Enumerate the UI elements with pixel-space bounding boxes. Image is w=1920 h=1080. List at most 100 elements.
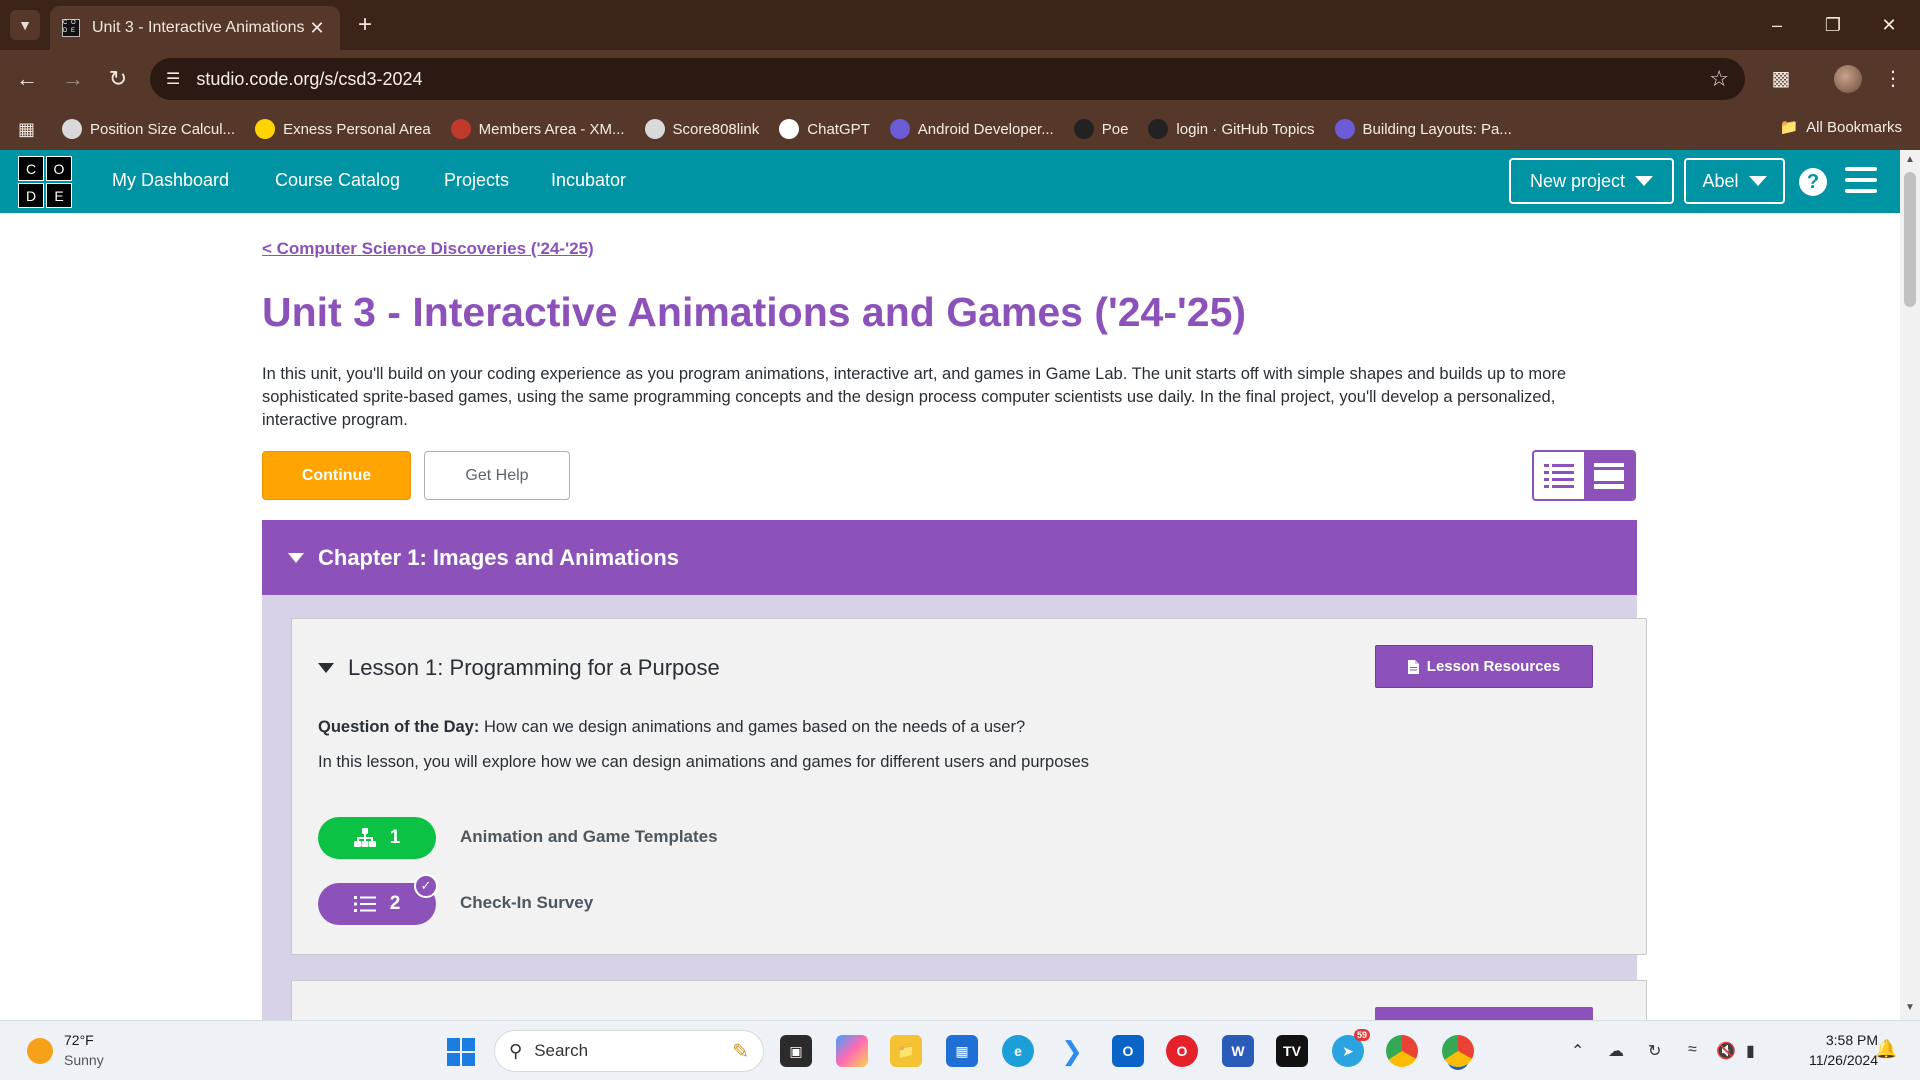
windows-taskbar: 72°F Sunny ⚲ Search ✎ ▣ 📁 ▦ e ❯ O O W TV… (0, 1020, 1920, 1080)
bookmark-item[interactable]: Position Size Calcul... (62, 119, 235, 139)
lesson-resources-button[interactable]: Lesson Resources (1375, 645, 1593, 688)
extensions-icon[interactable]: ▩ (1766, 64, 1796, 94)
bookmark-item[interactable]: Poe (1073, 119, 1129, 139)
bookmark-item[interactable]: Building Layouts: Pa... (1334, 119, 1512, 139)
main-content: < Computer Science Discoveries ('24-'25)… (0, 213, 1900, 1020)
list-view-button[interactable] (1534, 452, 1584, 499)
bookmark-star-icon[interactable]: ☆ (1709, 66, 1729, 92)
qotd-text: How can we design animations and games b… (483, 718, 1026, 736)
wifi-icon[interactable]: ≈ (1688, 1041, 1697, 1059)
collapse-triangle-icon (318, 663, 334, 673)
chrome-profile-icon[interactable] (1442, 1035, 1474, 1067)
caret-down-icon (1748, 176, 1767, 186)
show-hidden-icons-chevron-icon[interactable]: ⌃ (1571, 1041, 1584, 1061)
bookmark-favicon-icon (62, 119, 82, 139)
new-project-button[interactable]: New project (1509, 158, 1674, 204)
page-scrollbar[interactable]: ▲ ▼ (1900, 150, 1920, 1020)
vscode-icon[interactable]: ❯ (1056, 1035, 1088, 1067)
edge-icon[interactable]: e (1002, 1035, 1034, 1067)
task-view-icon[interactable]: ▣ (780, 1035, 812, 1067)
bookmark-item[interactable]: ChatGPT (779, 119, 870, 139)
help-icon[interactable]: ? (1799, 168, 1827, 196)
bookmark-label: Position Size Calcul... (90, 120, 236, 138)
bookmark-label: Members Area - XM... (478, 120, 625, 138)
scroll-up-icon[interactable]: ▲ (1900, 154, 1920, 165)
unit-description: In this unit, you'll build on your codin… (262, 365, 1566, 429)
outlook-icon[interactable]: O (1112, 1035, 1144, 1067)
weather-condition[interactable]: Sunny (64, 1052, 104, 1068)
bookmark-favicon-icon (255, 119, 276, 139)
notification-bell-icon[interactable]: 🔔 (1875, 1039, 1897, 1060)
tab-title: Unit 3 - Interactive Animations (92, 19, 305, 36)
site-info-icon[interactable]: ☰ (166, 69, 180, 89)
taskbar-search[interactable]: ⚲ Search ✎ (494, 1030, 764, 1072)
sync-icon[interactable]: ↻ (1648, 1041, 1661, 1061)
folder-icon: 📁 (1779, 119, 1799, 136)
browser-menu-icon[interactable]: ⋮ (1878, 64, 1908, 94)
restore-button[interactable]: ❐ (1810, 10, 1856, 40)
bookmark-item[interactable]: Exness Personal Area (255, 119, 431, 139)
weather-temperature[interactable]: 72°F (64, 1032, 94, 1048)
copilot-icon[interactable] (836, 1035, 868, 1067)
user-menu-button[interactable]: Abel (1684, 158, 1785, 204)
bookmark-item[interactable]: Members Area - XM... (450, 119, 625, 139)
apps-grid-icon[interactable]: ▦ (18, 119, 62, 140)
browser-tab-active[interactable]: CODE Unit 3 - Interactive Animations ✕ (50, 6, 340, 50)
continue-button[interactable]: Continue (262, 451, 411, 500)
bookmark-label: Android Developer... (917, 120, 1054, 138)
forward-arrow-icon[interactable]: → (58, 64, 88, 94)
nav-incubator[interactable]: Incubator (551, 170, 626, 191)
bookmark-item[interactable]: Android Developer... (889, 119, 1054, 139)
lesson-resources-button-next[interactable] (1375, 1007, 1593, 1020)
level-bubble-1[interactable]: 1 (318, 817, 436, 859)
sitemap-icon (353, 828, 376, 847)
word-icon[interactable]: W (1222, 1035, 1254, 1067)
bookmark-item[interactable]: Score808link (644, 119, 759, 139)
nav-course-catalog[interactable]: Course Catalog (275, 170, 400, 191)
chapter-title: Chapter 1: Images and Animations (318, 544, 680, 570)
nav-my-dashboard[interactable]: My Dashboard (112, 170, 229, 191)
onedrive-icon[interactable]: ☁ (1608, 1041, 1624, 1061)
sun-weather-icon[interactable] (27, 1038, 53, 1064)
chrome-icon[interactable] (1386, 1035, 1418, 1067)
nav-projects[interactable]: Projects (444, 170, 509, 191)
close-window-button[interactable]: ✕ (1866, 10, 1912, 40)
tab-search-button[interactable]: ▼ (10, 10, 40, 40)
chapter-header[interactable]: Chapter 1: Images and Animations (262, 520, 1637, 595)
battery-icon[interactable]: ▮ (1746, 1041, 1755, 1061)
close-tab-icon[interactable]: ✕ (306, 18, 328, 39)
scroll-thumb[interactable] (1904, 172, 1916, 307)
bookmark-favicon-icon (644, 119, 665, 139)
level-bubble-2[interactable]: 2 ✓ (318, 874, 438, 925)
windows-start-icon[interactable] (447, 1038, 475, 1066)
course-back-link[interactable]: < Computer Science Discoveries ('24-'25) (262, 239, 594, 259)
get-help-button[interactable]: Get Help (424, 451, 570, 500)
all-bookmarks-button[interactable]: 📁 All Bookmarks (1779, 118, 1902, 137)
new-tab-button[interactable]: + (352, 12, 378, 38)
minimize-button[interactable]: – (1754, 10, 1800, 40)
detail-view-button[interactable] (1584, 452, 1634, 499)
clock-date[interactable]: 11/26/2024 (1788, 1052, 1878, 1068)
opera-icon[interactable]: O (1166, 1035, 1198, 1067)
tradingview-icon[interactable]: TV (1276, 1035, 1308, 1067)
level-label-1[interactable]: Animation and Game Templates (460, 827, 718, 847)
volume-muted-icon[interactable]: 🔇 (1716, 1041, 1736, 1061)
telegram-icon[interactable]: ➤ 59 (1332, 1029, 1370, 1067)
logo-letter: E (46, 183, 72, 208)
bookmark-item[interactable]: login · GitHub Topics (1148, 119, 1315, 139)
address-bar[interactable]: ☰ studio.code.org/s/csd3-2024 ☆ (150, 58, 1745, 100)
bookmark-favicon-icon (1073, 119, 1094, 139)
lesson-header[interactable]: Lesson 1: Programming for a Purpose (318, 655, 720, 681)
microsoft-store-icon[interactable]: ▦ (946, 1035, 978, 1067)
back-arrow-icon[interactable]: ← (12, 64, 42, 94)
clock-time[interactable]: 3:58 PM (1808, 1032, 1878, 1048)
level-label-2[interactable]: Check-In Survey (460, 893, 593, 913)
profile-avatar[interactable] (1834, 65, 1862, 93)
scroll-down-icon[interactable]: ▼ (1900, 1002, 1920, 1013)
code-org-logo[interactable]: C O D E (18, 156, 72, 208)
file-explorer-icon[interactable]: 📁 (890, 1035, 922, 1067)
reload-icon[interactable]: ↻ (103, 64, 133, 94)
bookmark-label: Poe (1101, 120, 1129, 138)
url-text: studio.code.org/s/csd3-2024 (196, 68, 423, 89)
hamburger-menu-icon[interactable] (1845, 167, 1877, 193)
